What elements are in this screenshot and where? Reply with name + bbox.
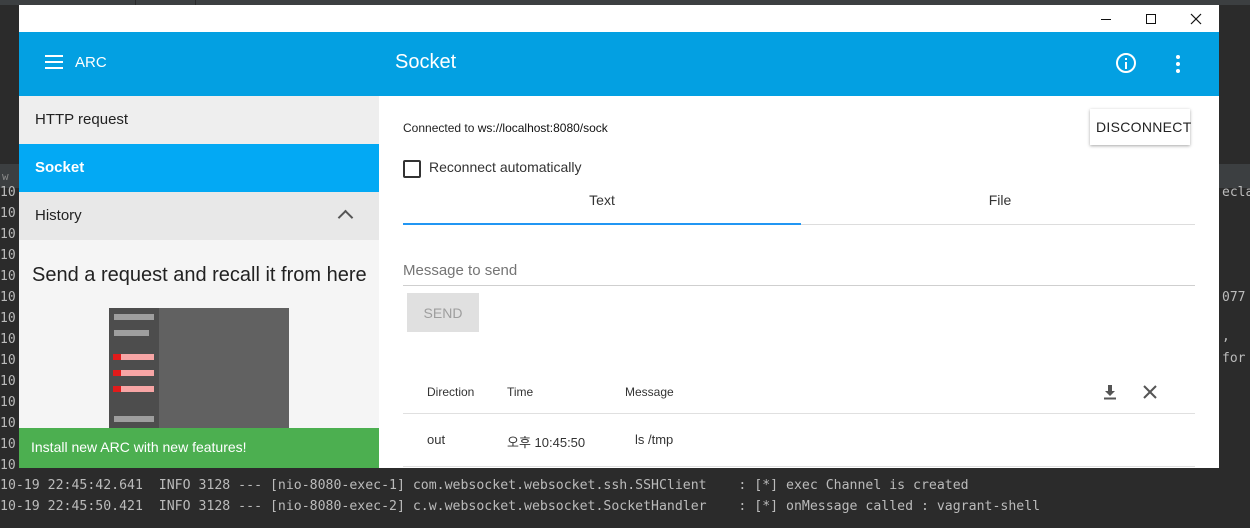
- tab-text[interactable]: Text: [403, 184, 801, 226]
- ide-line-prefix: 10: [0, 458, 16, 473]
- ide-tab-label: w: [2, 170, 9, 183]
- ide-line-prefix: 10: [0, 248, 16, 263]
- ide-right-fragment: for: [1222, 351, 1246, 366]
- sidebar-item-label: HTTP request: [35, 111, 129, 128]
- app-name: ARC: [75, 54, 107, 71]
- disconnect-button[interactable]: DISCONNECT: [1090, 109, 1191, 145]
- connection-status: Connected to ws://localhost:8080/sock: [403, 121, 608, 135]
- maximize-button[interactable]: [1128, 5, 1173, 32]
- sidebar-item-label: History: [35, 207, 82, 224]
- ide-line-prefix: 10: [0, 185, 16, 200]
- menu-icon[interactable]: [45, 55, 63, 69]
- ide-log-line: 10-19 22:45:50.421 INFO 3128 --- [nio-80…: [0, 499, 1041, 514]
- ide-line-prefix: 10: [0, 269, 16, 284]
- ide-right-fragment: 077 [: [1222, 290, 1246, 305]
- clear-icon[interactable]: [1141, 383, 1159, 401]
- minimize-button[interactable]: [1083, 5, 1128, 32]
- column-header-message: Message: [625, 385, 674, 399]
- window-titlebar: [19, 5, 1219, 32]
- message-input[interactable]: [403, 255, 1195, 286]
- close-icon: [1190, 13, 1201, 24]
- connection-url: ws://localhost:8080/sock: [477, 121, 608, 135]
- row-time: 오후 10:45:50: [507, 435, 586, 450]
- ide-line-prefix: 10: [0, 416, 16, 431]
- column-header-time: Time: [507, 385, 534, 399]
- ide-line-prefix: 10: [0, 332, 16, 347]
- sidebar: HTTP request Socket History Send a reque…: [19, 96, 379, 468]
- app-toolbar: ARC Socket: [19, 32, 1219, 96]
- row-message: ls /tmp: [635, 432, 674, 447]
- install-banner[interactable]: Install new ARC with new features!: [19, 428, 379, 468]
- ide-line-prefix: 10: [0, 437, 16, 452]
- sidebar-item-socket[interactable]: Socket: [19, 144, 379, 192]
- ide-log-line: 10-19 22:45:42.641 INFO 3128 --- [nio-80…: [0, 478, 969, 493]
- ide-line-prefix: 10: [0, 353, 16, 368]
- connection-status-prefix: Connected to: [403, 121, 475, 135]
- history-empty-title: Send a request and recall it from here: [32, 264, 367, 286]
- ide-line-prefix: 10: [0, 227, 16, 242]
- tab-file[interactable]: File: [801, 184, 1199, 226]
- socket-panel: Connected to ws://localhost:8080/sock DI…: [379, 96, 1219, 468]
- info-icon[interactable]: [1116, 53, 1136, 73]
- history-empty-illustration: [109, 308, 289, 438]
- ide-line-prefix: 10: [0, 395, 16, 410]
- more-vert-icon[interactable]: [1167, 54, 1187, 74]
- ide-right-fragment: ,: [1222, 329, 1230, 344]
- ide-line-prefix: 10: [0, 290, 16, 305]
- ide-right-fragment: eclara: [1222, 185, 1250, 200]
- column-header-direction: Direction: [427, 385, 475, 399]
- chevron-up-icon[interactable]: [337, 209, 354, 226]
- sidebar-item-http-request[interactable]: HTTP request: [19, 96, 379, 144]
- row-direction: out: [427, 432, 446, 447]
- maximize-icon: [1145, 13, 1156, 24]
- send-button[interactable]: SEND: [407, 293, 479, 332]
- reconnect-checkbox[interactable]: [403, 160, 421, 178]
- close-window-button[interactable]: [1173, 5, 1218, 32]
- sidebar-item-label: Socket: [35, 159, 85, 176]
- arc-window: ARC Socket HTTP request Socket History S…: [19, 5, 1219, 468]
- page-title: Socket: [395, 51, 457, 73]
- ide-line-prefix: 10: [0, 311, 16, 326]
- minimize-icon: [1100, 18, 1111, 20]
- active-tab-indicator: [403, 223, 801, 225]
- download-icon[interactable]: [1101, 383, 1119, 401]
- table-row-divider: [403, 466, 1195, 467]
- table-header-divider: [403, 413, 1195, 414]
- ide-line-prefix: 10: [0, 374, 16, 389]
- reconnect-label[interactable]: Reconnect automatically: [429, 159, 582, 175]
- ide-line-prefix: 10: [0, 206, 16, 221]
- sidebar-item-history[interactable]: History: [19, 192, 379, 240]
